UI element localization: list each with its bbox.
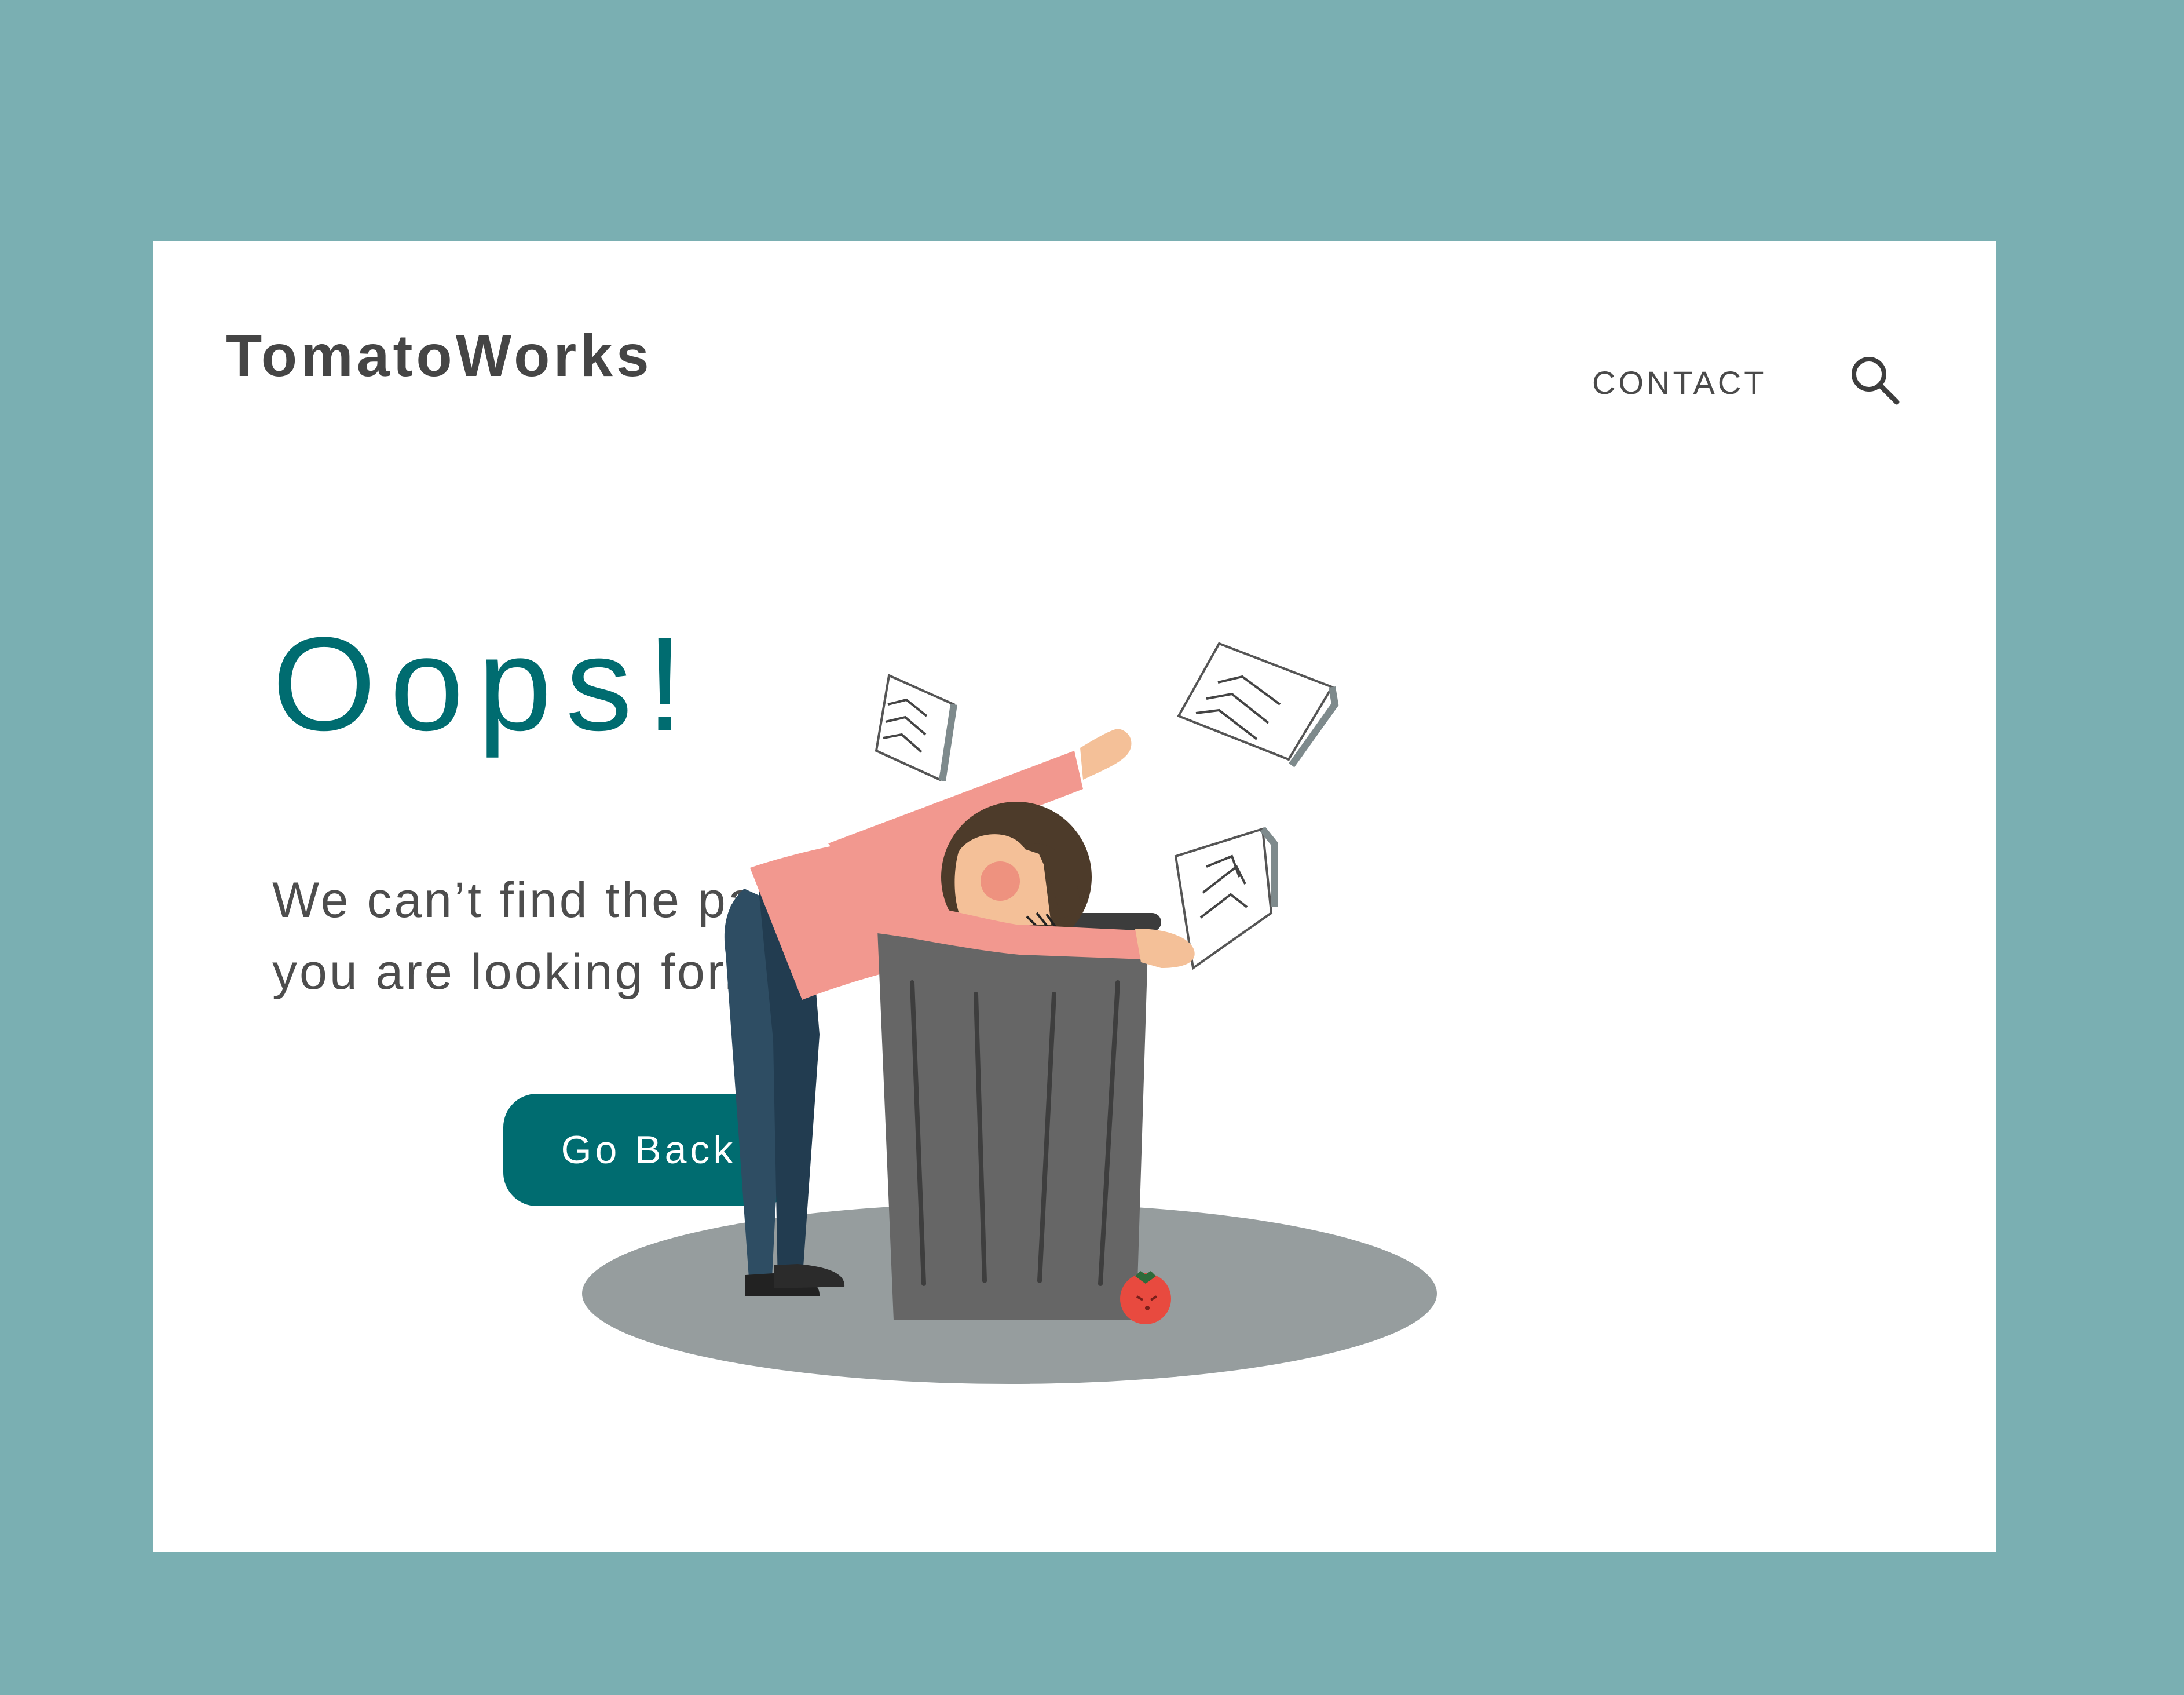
search-icon bbox=[1852, 357, 1900, 405]
paper-sheet-icon bbox=[1174, 827, 1278, 970]
ground-shadow bbox=[582, 1203, 1437, 1384]
shoe bbox=[745, 1273, 820, 1296]
paper-sheet-icon bbox=[875, 674, 957, 781]
error-headline: Oops! bbox=[272, 609, 697, 758]
raised-hand bbox=[1080, 729, 1132, 780]
paper-sheet-icon bbox=[1177, 642, 1339, 768]
search-button[interactable] bbox=[1846, 351, 1904, 409]
nav-contact-link[interactable]: CONTACT bbox=[1592, 364, 1767, 401]
error-message: We can’t find the page you are looking f… bbox=[272, 872, 818, 1000]
shoe bbox=[774, 1264, 845, 1288]
go-back-button[interactable]: Go Back bbox=[503, 1094, 794, 1206]
error-card: TomatoWorks CONTACT Oops! We can’t find … bbox=[153, 241, 1996, 1552]
raised-arm bbox=[828, 751, 1083, 877]
resting-hand bbox=[1135, 929, 1195, 968]
head bbox=[941, 802, 1092, 952]
tomato-icon bbox=[1120, 1271, 1171, 1324]
site-logo[interactable]: TomatoWorks bbox=[226, 322, 653, 390]
